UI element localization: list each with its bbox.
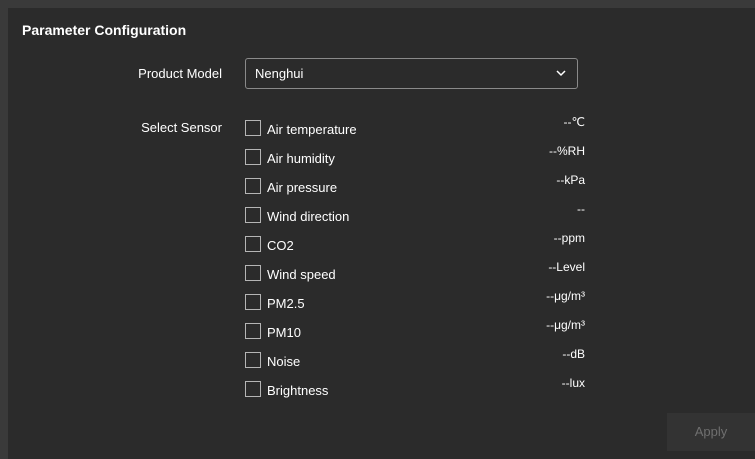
sensor-row[interactable]: CO2 --ppm — [245, 231, 585, 256]
parameter-configuration-panel: Parameter Configuration Product Model Ne… — [8, 8, 755, 459]
sensor-label[interactable]: Air pressure — [267, 180, 337, 195]
sensor-reading: --℃ — [563, 115, 585, 129]
sensor-checkbox[interactable] — [245, 265, 261, 281]
sensor-label[interactable]: PM2.5 — [267, 296, 305, 311]
sensor-checkbox[interactable] — [245, 381, 261, 397]
sensor-label[interactable]: PM10 — [267, 325, 301, 340]
sensor-checkbox[interactable] — [245, 178, 261, 194]
sensor-reading: --μg/m³ — [546, 289, 585, 303]
sensor-reading: --kPa — [556, 173, 585, 187]
sensor-checkbox[interactable] — [245, 236, 261, 252]
chevron-down-icon — [556, 70, 566, 77]
sensor-label[interactable]: Wind speed — [267, 267, 336, 282]
panel-title: Parameter Configuration — [22, 22, 187, 38]
sensor-checkbox[interactable] — [245, 294, 261, 310]
product-model-label: Product Model — [138, 66, 222, 81]
sensor-checkbox[interactable] — [245, 207, 261, 223]
sensor-reading: --ppm — [553, 231, 585, 245]
product-model-select[interactable]: Nenghui — [245, 58, 578, 89]
sensor-row[interactable]: Air temperature --℃ — [245, 115, 585, 140]
sensor-label[interactable]: Wind direction — [267, 209, 349, 224]
sensor-label[interactable]: Air humidity — [267, 151, 335, 166]
sensor-reading: --lux — [561, 376, 585, 390]
sensor-checkbox[interactable] — [245, 323, 261, 339]
sensor-row[interactable]: Air humidity --%RH — [245, 144, 585, 169]
apply-button[interactable]: Apply — [667, 413, 755, 451]
sensor-row[interactable]: Brightness --lux — [245, 376, 585, 401]
product-model-value: Nenghui — [255, 66, 304, 81]
sensor-row[interactable]: PM2.5 --μg/m³ — [245, 289, 585, 314]
sensor-reading: --μg/m³ — [546, 318, 585, 332]
sensor-row[interactable]: PM10 --μg/m³ — [245, 318, 585, 343]
sensor-row[interactable]: Air pressure --kPa — [245, 173, 585, 198]
sensor-row[interactable]: Wind direction -- — [245, 202, 585, 227]
sensor-reading: -- — [577, 202, 585, 216]
sensor-checkbox[interactable] — [245, 120, 261, 136]
sensor-checkbox[interactable] — [245, 352, 261, 368]
sensor-reading: --Level — [548, 260, 585, 274]
sensor-label[interactable]: Brightness — [267, 383, 328, 398]
sensor-label[interactable]: CO2 — [267, 238, 294, 253]
sensor-row[interactable]: Noise --dB — [245, 347, 585, 372]
sensor-label[interactable]: Air temperature — [267, 122, 357, 137]
sensor-label[interactable]: Noise — [267, 354, 300, 369]
select-sensor-label: Select Sensor — [141, 120, 222, 135]
sensor-row[interactable]: Wind speed --Level — [245, 260, 585, 285]
sensor-reading: --%RH — [549, 144, 585, 158]
sensor-checkbox[interactable] — [245, 149, 261, 165]
sensor-reading: --dB — [562, 347, 585, 361]
